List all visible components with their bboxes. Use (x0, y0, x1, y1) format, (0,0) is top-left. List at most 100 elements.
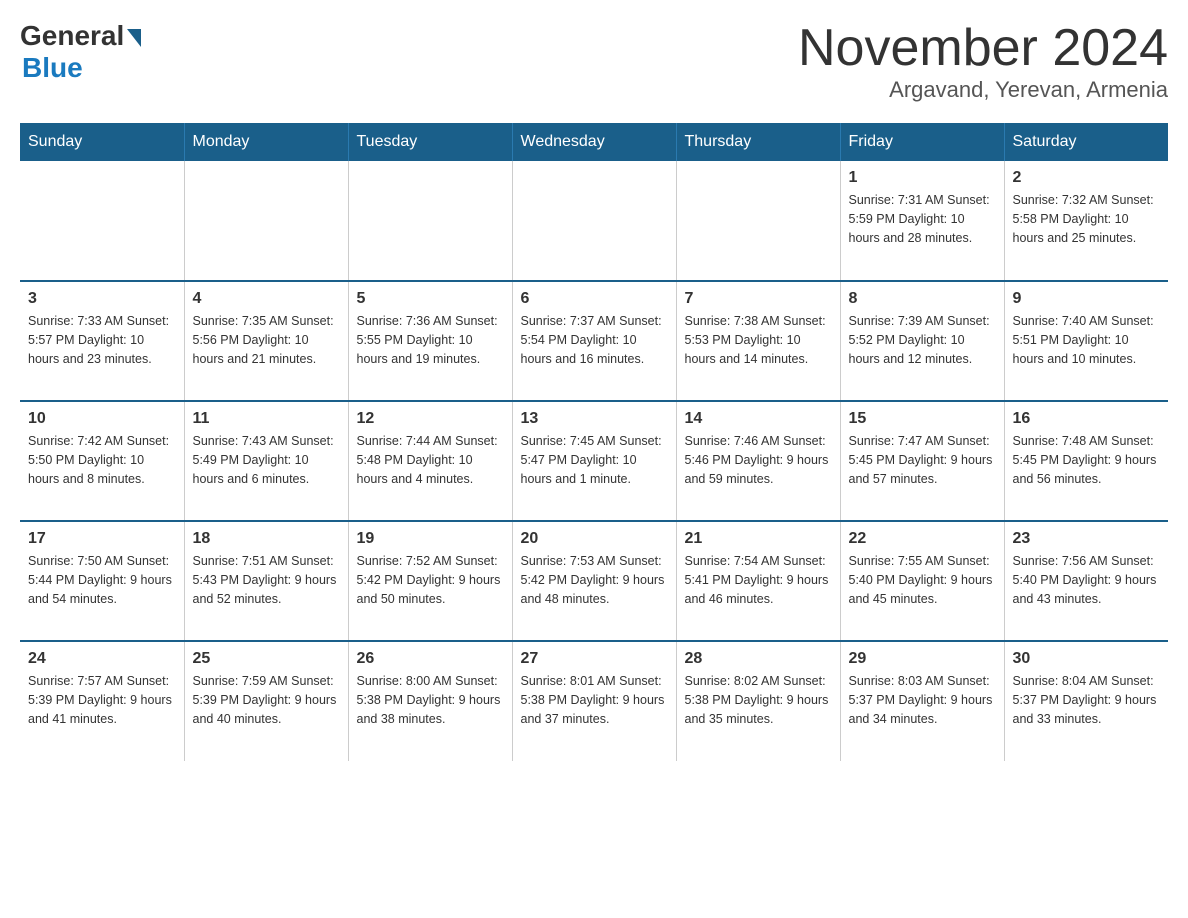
day-number: 13 (521, 410, 668, 428)
day-info: Sunrise: 8:02 AM Sunset: 5:38 PM Dayligh… (685, 672, 832, 728)
day-info: Sunrise: 8:03 AM Sunset: 5:37 PM Dayligh… (849, 672, 996, 728)
calendar-cell: 6 Sunrise: 7:37 AM Sunset: 5:54 PM Daylig… (512, 281, 676, 401)
calendar-cell: 3 Sunrise: 7:33 AM Sunset: 5:57 PM Daylig… (20, 281, 184, 401)
calendar-cell (676, 161, 840, 281)
weekday-header-friday: Friday (840, 123, 1004, 161)
day-info: Sunrise: 7:45 AM Sunset: 5:47 PM Dayligh… (521, 432, 668, 488)
day-number: 15 (849, 410, 996, 428)
weekday-header-monday: Monday (184, 123, 348, 161)
calendar-cell: 18Sunrise: 7:51 AM Sunset: 5:43 PM Dayli… (184, 521, 348, 641)
day-info: Sunrise: 7:43 AM Sunset: 5:49 PM Dayligh… (193, 432, 340, 488)
day-info: Sunrise: 8:01 AM Sunset: 5:38 PM Dayligh… (521, 672, 668, 728)
weekday-header-saturday: Saturday (1004, 123, 1168, 161)
day-number: 2 (1013, 169, 1161, 187)
week-row-5: 24 Sunrise: 7:57 AM Sunset: 5:39 PM Dayli… (20, 641, 1168, 761)
calendar-subtitle: Argavand, Yerevan, Armenia (798, 77, 1168, 103)
day-number: 3 (28, 290, 176, 308)
day-number: 27 (521, 650, 668, 668)
day-number: 9 (1013, 290, 1161, 308)
day-info: Sunrise: 7:56 AM Sunset: 5:40 PM Dayligh… (1013, 552, 1161, 608)
day-number: 28 (685, 650, 832, 668)
calendar-cell: 25 Sunrise: 7:59 AM Sunset: 5:39 PM Dayli… (184, 641, 348, 761)
weekday-header-row: SundayMondayTuesdayWednesdayThursdayFrid… (20, 123, 1168, 161)
calendar-cell: 16Sunrise: 7:48 AM Sunset: 5:45 PM Dayli… (1004, 401, 1168, 521)
page-header: General Blue November 2024 Argavand, Yer… (20, 20, 1168, 103)
calendar-cell: 15 Sunrise: 7:47 AM Sunset: 5:45 PM Dayli… (840, 401, 1004, 521)
day-number: 14 (685, 410, 832, 428)
calendar-cell: 7 Sunrise: 7:38 AM Sunset: 5:53 PM Daylig… (676, 281, 840, 401)
calendar-cell: 29 Sunrise: 8:03 AM Sunset: 5:37 PM Dayli… (840, 641, 1004, 761)
day-number: 25 (193, 650, 340, 668)
calendar-cell: 9 Sunrise: 7:40 AM Sunset: 5:51 PM Daylig… (1004, 281, 1168, 401)
calendar-cell: 21 Sunrise: 7:54 AM Sunset: 5:41 PM Dayli… (676, 521, 840, 641)
day-info: Sunrise: 7:39 AM Sunset: 5:52 PM Dayligh… (849, 312, 996, 368)
day-number: 5 (357, 290, 504, 308)
day-info: Sunrise: 7:32 AM Sunset: 5:58 PM Dayligh… (1013, 191, 1161, 247)
weekday-header-tuesday: Tuesday (348, 123, 512, 161)
day-info: Sunrise: 7:42 AM Sunset: 5:50 PM Dayligh… (28, 432, 176, 488)
calendar-cell: 24 Sunrise: 7:57 AM Sunset: 5:39 PM Dayli… (20, 641, 184, 761)
day-number: 29 (849, 650, 996, 668)
day-info: Sunrise: 7:36 AM Sunset: 5:55 PM Dayligh… (357, 312, 504, 368)
day-number: 21 (685, 530, 832, 548)
day-number: 30 (1013, 650, 1161, 668)
calendar-cell (348, 161, 512, 281)
day-number: 12 (357, 410, 504, 428)
calendar-cell: 28 Sunrise: 8:02 AM Sunset: 5:38 PM Dayli… (676, 641, 840, 761)
calendar-cell: 8Sunrise: 7:39 AM Sunset: 5:52 PM Daylig… (840, 281, 1004, 401)
day-info: Sunrise: 7:53 AM Sunset: 5:42 PM Dayligh… (521, 552, 668, 608)
title-section: November 2024 Argavand, Yerevan, Armenia (798, 20, 1168, 103)
day-number: 1 (849, 169, 996, 187)
day-info: Sunrise: 7:44 AM Sunset: 5:48 PM Dayligh… (357, 432, 504, 488)
day-info: Sunrise: 7:35 AM Sunset: 5:56 PM Dayligh… (193, 312, 340, 368)
week-row-2: 3 Sunrise: 7:33 AM Sunset: 5:57 PM Daylig… (20, 281, 1168, 401)
day-info: Sunrise: 7:40 AM Sunset: 5:51 PM Dayligh… (1013, 312, 1161, 368)
week-row-1: 1 Sunrise: 7:31 AM Sunset: 5:59 PM Daylig… (20, 161, 1168, 281)
day-info: Sunrise: 7:48 AM Sunset: 5:45 PM Dayligh… (1013, 432, 1161, 488)
calendar-cell: 2 Sunrise: 7:32 AM Sunset: 5:58 PM Daylig… (1004, 161, 1168, 281)
logo: General Blue (20, 20, 141, 84)
calendar-cell (184, 161, 348, 281)
calendar-cell: 27 Sunrise: 8:01 AM Sunset: 5:38 PM Dayli… (512, 641, 676, 761)
day-info: Sunrise: 7:50 AM Sunset: 5:44 PM Dayligh… (28, 552, 176, 608)
day-info: Sunrise: 7:52 AM Sunset: 5:42 PM Dayligh… (357, 552, 504, 608)
calendar-cell: 30 Sunrise: 8:04 AM Sunset: 5:37 PM Dayli… (1004, 641, 1168, 761)
calendar-title: November 2024 (798, 20, 1168, 77)
calendar-table: SundayMondayTuesdayWednesdayThursdayFrid… (20, 123, 1168, 761)
day-info: Sunrise: 7:57 AM Sunset: 5:39 PM Dayligh… (28, 672, 176, 728)
day-number: 7 (685, 290, 832, 308)
day-number: 4 (193, 290, 340, 308)
day-number: 10 (28, 410, 176, 428)
logo-arrow-icon (127, 29, 141, 47)
day-info: Sunrise: 7:54 AM Sunset: 5:41 PM Dayligh… (685, 552, 832, 608)
calendar-cell (512, 161, 676, 281)
day-number: 26 (357, 650, 504, 668)
day-number: 24 (28, 650, 176, 668)
calendar-cell (20, 161, 184, 281)
calendar-cell: 11 Sunrise: 7:43 AM Sunset: 5:49 PM Dayli… (184, 401, 348, 521)
day-info: Sunrise: 7:37 AM Sunset: 5:54 PM Dayligh… (521, 312, 668, 368)
day-number: 6 (521, 290, 668, 308)
day-info: Sunrise: 7:33 AM Sunset: 5:57 PM Dayligh… (28, 312, 176, 368)
calendar-cell: 10 Sunrise: 7:42 AM Sunset: 5:50 PM Dayli… (20, 401, 184, 521)
calendar-cell: 26Sunrise: 8:00 AM Sunset: 5:38 PM Dayli… (348, 641, 512, 761)
calendar-cell: 22Sunrise: 7:55 AM Sunset: 5:40 PM Dayli… (840, 521, 1004, 641)
day-info: Sunrise: 7:47 AM Sunset: 5:45 PM Dayligh… (849, 432, 996, 488)
weekday-header-wednesday: Wednesday (512, 123, 676, 161)
calendar-cell: 14Sunrise: 7:46 AM Sunset: 5:46 PM Dayli… (676, 401, 840, 521)
calendar-cell: 12 Sunrise: 7:44 AM Sunset: 5:48 PM Dayli… (348, 401, 512, 521)
day-info: Sunrise: 7:51 AM Sunset: 5:43 PM Dayligh… (193, 552, 340, 608)
day-info: Sunrise: 8:04 AM Sunset: 5:37 PM Dayligh… (1013, 672, 1161, 728)
weekday-header-sunday: Sunday (20, 123, 184, 161)
calendar-cell: 1 Sunrise: 7:31 AM Sunset: 5:59 PM Daylig… (840, 161, 1004, 281)
day-number: 20 (521, 530, 668, 548)
calendar-cell: 20 Sunrise: 7:53 AM Sunset: 5:42 PM Dayli… (512, 521, 676, 641)
day-info: Sunrise: 7:38 AM Sunset: 5:53 PM Dayligh… (685, 312, 832, 368)
day-info: Sunrise: 7:31 AM Sunset: 5:59 PM Dayligh… (849, 191, 996, 247)
day-number: 11 (193, 410, 340, 428)
logo-blue-text: Blue (22, 52, 141, 84)
day-info: Sunrise: 7:59 AM Sunset: 5:39 PM Dayligh… (193, 672, 340, 728)
day-number: 17 (28, 530, 176, 548)
week-row-4: 17 Sunrise: 7:50 AM Sunset: 5:44 PM Dayli… (20, 521, 1168, 641)
calendar-cell: 13 Sunrise: 7:45 AM Sunset: 5:47 PM Dayli… (512, 401, 676, 521)
